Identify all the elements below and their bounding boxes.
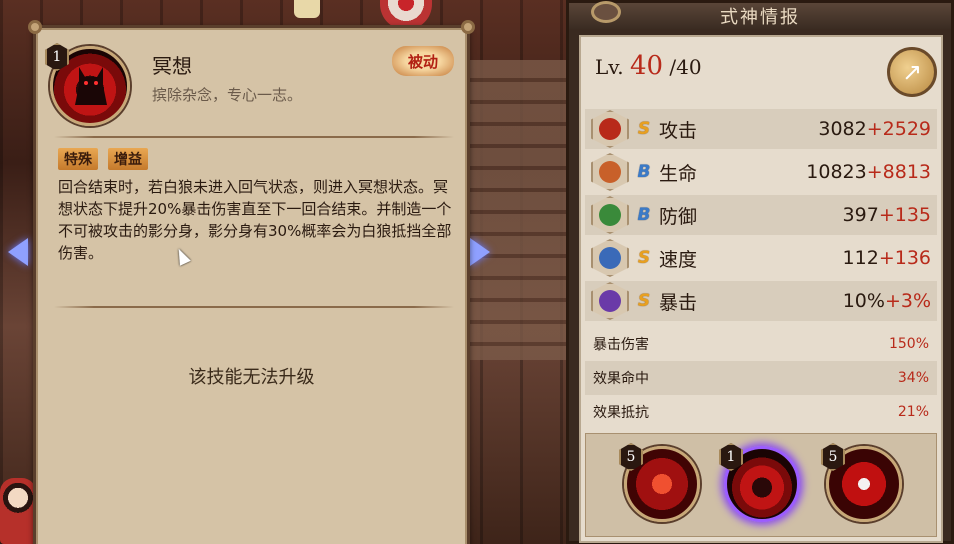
level-display: Lv. 40 /40: [595, 51, 702, 81]
stat-name: 速度: [659, 248, 698, 271]
header-ornament-icon: [591, 1, 621, 23]
health-icon: [591, 153, 629, 191]
stat-value: 3082+2529: [818, 118, 931, 140]
skill-name: 冥想: [152, 54, 192, 78]
sub-stat-value: 150%: [888, 336, 929, 352]
divider: [54, 306, 454, 308]
sub-stat-name: 效果命中: [593, 371, 649, 387]
lamp-decoration: [294, 0, 320, 18]
speed-icon: [591, 239, 629, 277]
stat-base: 3082: [818, 118, 867, 140]
sub-stat-effect-hit: 效果命中 34%: [585, 361, 937, 395]
stat-base: 397: [842, 204, 879, 226]
stat-value: 10%+3%: [843, 290, 931, 312]
next-arrow-icon[interactable]: [470, 238, 490, 266]
divider: [54, 136, 454, 138]
defense-icon: [591, 196, 629, 234]
skill-icon: 1: [45, 43, 130, 126]
corner-ornament-icon: [28, 20, 42, 34]
stat-name: 暴击: [659, 291, 698, 314]
level-max: /40: [669, 55, 702, 79]
stat-name: 防御: [659, 205, 698, 228]
panel-header: 式神情报: [569, 1, 951, 29]
attack-icon: [591, 110, 629, 148]
skill-detail-panel: 1 冥想 摈除杂念，专心一志。 被动 特殊 增益 回合结束时，若白狼未进入回气状…: [28, 20, 475, 544]
stat-bonus: +3%: [884, 290, 931, 312]
skill-level-badge: 1: [45, 43, 69, 71]
level-label: Lv.: [595, 55, 624, 79]
skill-level-badge: 5: [619, 443, 643, 471]
upgrade-note: 该技能无法升级: [188, 367, 315, 388]
sub-stat-name: 效果抵抗: [593, 405, 649, 421]
skill-subtitle: 摈除杂念，专心一志。: [152, 86, 303, 104]
stat-name: 生命: [659, 162, 698, 185]
doll-decoration: [0, 478, 36, 544]
tag-buff: 增益: [108, 148, 148, 170]
stat-name: 攻击: [659, 119, 698, 142]
stat-base: 112: [842, 247, 879, 269]
sub-stat-name: 暴击伤害: [593, 337, 649, 353]
skill-slot-2-selected[interactable]: 1: [719, 443, 800, 522]
skill-level-badge: 5: [821, 443, 845, 471]
panel-title: 式神情报: [720, 7, 800, 28]
stat-base: 10%: [842, 290, 885, 312]
wolf-silhouette-icon: [75, 67, 107, 105]
share-icon: ↗: [901, 58, 923, 86]
stat-value: 397+135: [843, 204, 931, 226]
skill-slot-3[interactable]: 5: [821, 443, 902, 522]
stat-row-speed: S 速度 112+136: [585, 238, 937, 278]
skill-description: 回合结束时，若白狼未进入回气状态，则进入冥想状态。冥想状态下提升20%暴击伤害直…: [58, 178, 452, 262]
crit-icon: [591, 282, 629, 320]
grade-badge: B: [637, 205, 651, 225]
sub-stat-effect-resist: 效果抵抗 21%: [585, 395, 937, 429]
stat-bonus: +136: [878, 247, 931, 269]
stat-bonus: +2529: [866, 118, 931, 140]
stat-row-attack: S 攻击 3082+2529: [585, 109, 937, 149]
corner-ornament-icon: [461, 20, 475, 34]
skills-strip: 5 1 5: [585, 433, 937, 537]
stat-row-defense: B 防御 397+135: [585, 195, 937, 235]
skill-level-badge: 1: [719, 443, 743, 471]
stats-body: Lv. 40 /40 ↗ S 攻击 3082+2529 B 生命 10823+8…: [579, 35, 943, 543]
background-window: [470, 60, 570, 360]
prev-arrow-icon[interactable]: [8, 238, 28, 266]
stat-bonus: +8813: [866, 161, 931, 183]
sub-stat-value: 34%: [897, 370, 929, 386]
shikigami-info-panel: 式神情报 Lv. 40 /40 ↗ S 攻击 3082+2529 B 生命 10…: [566, 0, 954, 544]
stat-bonus: +135: [878, 204, 931, 226]
sub-stat-crit-damage: 暴击伤害 150%: [585, 327, 937, 361]
skill-tags: 特殊 增益: [58, 148, 148, 170]
sub-stat-value: 21%: [897, 404, 929, 420]
stat-base: 10823: [806, 161, 867, 183]
stat-row-crit: S 暴击 10%+3%: [585, 281, 937, 321]
grade-badge: S: [637, 248, 651, 268]
stat-value: 10823+8813: [806, 161, 931, 183]
grade-badge: B: [637, 162, 651, 182]
tag-special: 特殊: [58, 148, 98, 170]
share-button[interactable]: ↗: [887, 47, 937, 97]
stat-row-health: B 生命 10823+8813: [585, 152, 937, 192]
skill-slot-1[interactable]: 5: [619, 443, 700, 522]
stat-value: 112+136: [843, 247, 931, 269]
skill-type-tag: 被动: [392, 46, 454, 76]
level-current: 40: [629, 51, 664, 81]
grade-badge: S: [637, 291, 651, 311]
grade-badge: S: [637, 119, 651, 139]
